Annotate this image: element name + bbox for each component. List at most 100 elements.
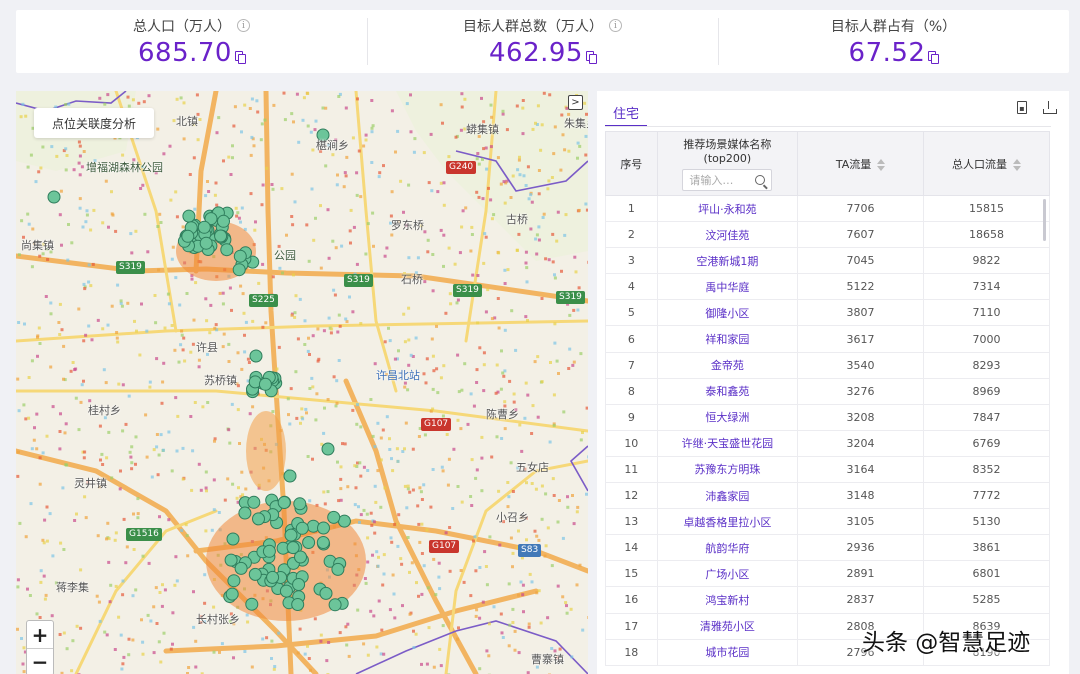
row-media-name[interactable]: 禹中华庭 <box>656 273 798 301</box>
table-row[interactable]: 7 金帝苑 3540 8293 <box>605 352 1050 379</box>
row-media-name[interactable]: 广场小区 <box>656 560 798 588</box>
poi-marker[interactable] <box>292 578 306 591</box>
poi-marker[interactable] <box>182 209 196 223</box>
poi-marker[interactable] <box>258 377 272 391</box>
poi-marker[interactable] <box>227 574 241 588</box>
poi-marker[interactable] <box>262 544 276 558</box>
table-row[interactable]: 9 恒大绿洲 3208 7847 <box>605 404 1050 431</box>
row-media-name[interactable]: 坪山·永和苑 <box>656 195 798 223</box>
sort-icon[interactable] <box>877 158 886 171</box>
table-row[interactable]: 3 空港新城1期 7045 9822 <box>605 247 1050 275</box>
poi-marker[interactable] <box>316 536 330 549</box>
poi-marker[interactable] <box>331 562 345 576</box>
poi-marker[interactable] <box>181 229 195 243</box>
download-icon[interactable] <box>1043 101 1057 114</box>
sort-icon[interactable] <box>1013 158 1021 171</box>
table-row[interactable]: 12 沛鑫家园 3148 7772 <box>605 482 1050 510</box>
poi-marker[interactable] <box>47 190 61 204</box>
info-icon[interactable]: i <box>237 19 250 32</box>
table-row[interactable]: 15 广场小区 2891 6801 <box>605 560 1050 588</box>
poi-marker[interactable] <box>197 220 211 234</box>
column-header-ta[interactable]: TA流量 <box>797 131 925 196</box>
poi-marker[interactable] <box>321 442 335 456</box>
row-media-name[interactable]: 许继·天宝盛世花园 <box>656 430 798 457</box>
table-row[interactable]: 2 汶河佳苑 7607 18658 <box>605 221 1050 249</box>
table-row[interactable]: 14 航韵华府 2936 3861 <box>605 534 1050 562</box>
row-media-name[interactable]: 沛鑫家园 <box>656 482 798 510</box>
table-row[interactable]: 16 鸿宝新村 2837 5285 <box>605 586 1050 614</box>
zoom-out-button[interactable]: − <box>27 648 53 674</box>
poi-marker[interactable] <box>252 512 265 526</box>
row-media-name[interactable]: 苏豫东方明珠 <box>656 456 798 484</box>
poi-marker[interactable] <box>337 514 351 528</box>
poi-marker[interactable] <box>238 506 252 520</box>
map-canvas[interactable] <box>16 91 588 674</box>
table-row[interactable]: 5 御隆小区 3807 7110 <box>605 299 1050 327</box>
poi-marker[interactable] <box>277 496 291 509</box>
poi-marker[interactable] <box>217 214 230 228</box>
poi-marker[interactable] <box>220 243 234 257</box>
poi-marker[interactable] <box>283 469 297 483</box>
poi-marker[interactable] <box>245 597 259 611</box>
row-media-name[interactable]: 空港新城1期 <box>656 247 798 275</box>
relevance-analysis-button[interactable]: 点位关联度分析 <box>34 108 154 138</box>
table-scrollbar[interactable] <box>1043 199 1046 241</box>
row-media-name[interactable]: 金帝苑 <box>656 352 798 379</box>
table-row[interactable]: 11 苏豫东方明珠 3164 8352 <box>605 456 1050 484</box>
table-body: 1 坪山·永和苑 7706 15815 2 汶河佳苑 7607 18658 3 空港新城1期 704… <box>605 195 1050 666</box>
row-total-flow: 8352 <box>923 456 1050 484</box>
poi-marker[interactable] <box>319 586 333 600</box>
poi-marker[interactable] <box>286 541 300 555</box>
row-media-name[interactable]: 泰和鑫苑 <box>656 378 798 405</box>
poi-marker[interactable] <box>247 495 261 509</box>
zoom-in-button[interactable]: + <box>27 621 53 648</box>
row-ta-flow: 7607 <box>797 221 924 249</box>
table-row[interactable]: 6 祥和家园 3617 7000 <box>605 325 1050 353</box>
chevron-right-icon[interactable]: > <box>568 95 583 110</box>
row-media-name[interactable]: 祥和家园 <box>656 325 798 353</box>
poi-marker[interactable] <box>302 536 316 549</box>
poi-marker[interactable] <box>293 497 307 511</box>
poi-marker[interactable] <box>233 249 247 263</box>
poi-marker[interactable] <box>214 229 228 243</box>
poi-marker[interactable] <box>249 349 263 363</box>
poi-marker[interactable] <box>232 263 246 277</box>
copy-icon[interactable] <box>234 50 246 64</box>
table-row[interactable]: 1 坪山·永和苑 7706 15815 <box>605 195 1050 223</box>
poi-marker[interactable] <box>291 598 305 611</box>
poi-marker[interactable] <box>295 521 309 535</box>
row-media-name[interactable]: 卓越香格里拉小区 <box>656 508 798 536</box>
table-row[interactable]: 10 许继·天宝盛世花园 3204 6769 <box>605 430 1050 457</box>
poi-marker[interactable] <box>284 528 298 542</box>
row-media-name[interactable]: 城市花园 <box>656 639 798 666</box>
info-icon[interactable]: i <box>609 19 622 32</box>
poi-marker[interactable] <box>199 236 213 250</box>
poi-marker[interactable] <box>248 567 262 581</box>
row-media-name[interactable]: 御隆小区 <box>656 299 798 327</box>
table-row[interactable]: 8 泰和鑫苑 3276 8969 <box>605 378 1050 405</box>
poi-marker[interactable] <box>327 510 341 524</box>
search-icon[interactable] <box>755 175 766 185</box>
poi-marker[interactable] <box>328 598 342 612</box>
poi-marker[interactable] <box>279 584 293 598</box>
table-row[interactable]: 4 禹中华庭 5122 7314 <box>605 273 1050 301</box>
row-media-name[interactable]: 汶河佳苑 <box>656 221 798 249</box>
copy-icon[interactable] <box>585 50 597 64</box>
tab-residential[interactable]: 住宅 <box>605 99 648 127</box>
poi-marker[interactable] <box>226 532 240 546</box>
poi-marker[interactable] <box>224 553 238 567</box>
copy-icon[interactable] <box>928 50 940 64</box>
poi-marker[interactable] <box>234 561 248 575</box>
row-media-name[interactable]: 清雅苑小区 <box>656 613 798 640</box>
name-search-input[interactable]: 请输入… <box>682 169 773 191</box>
poi-marker[interactable] <box>266 570 280 584</box>
map-panel[interactable]: 点位关联度分析 > 增福湖森林公园 公园 许昌北站 苏桥镇 桂村乡 陈曹乡 五女… <box>16 91 588 674</box>
row-media-name[interactable]: 航韵华府 <box>656 534 798 562</box>
poi-marker[interactable] <box>317 521 330 535</box>
poi-marker[interactable] <box>225 587 239 601</box>
table-row[interactable]: 13 卓越香格里拉小区 3105 5130 <box>605 508 1050 536</box>
export-file-icon[interactable]: ▪ <box>1017 101 1027 114</box>
row-media-name[interactable]: 恒大绿洲 <box>656 404 798 431</box>
row-media-name[interactable]: 鸿宝新村 <box>656 586 798 614</box>
column-header-total[interactable]: 总人口流量 <box>923 131 1050 196</box>
